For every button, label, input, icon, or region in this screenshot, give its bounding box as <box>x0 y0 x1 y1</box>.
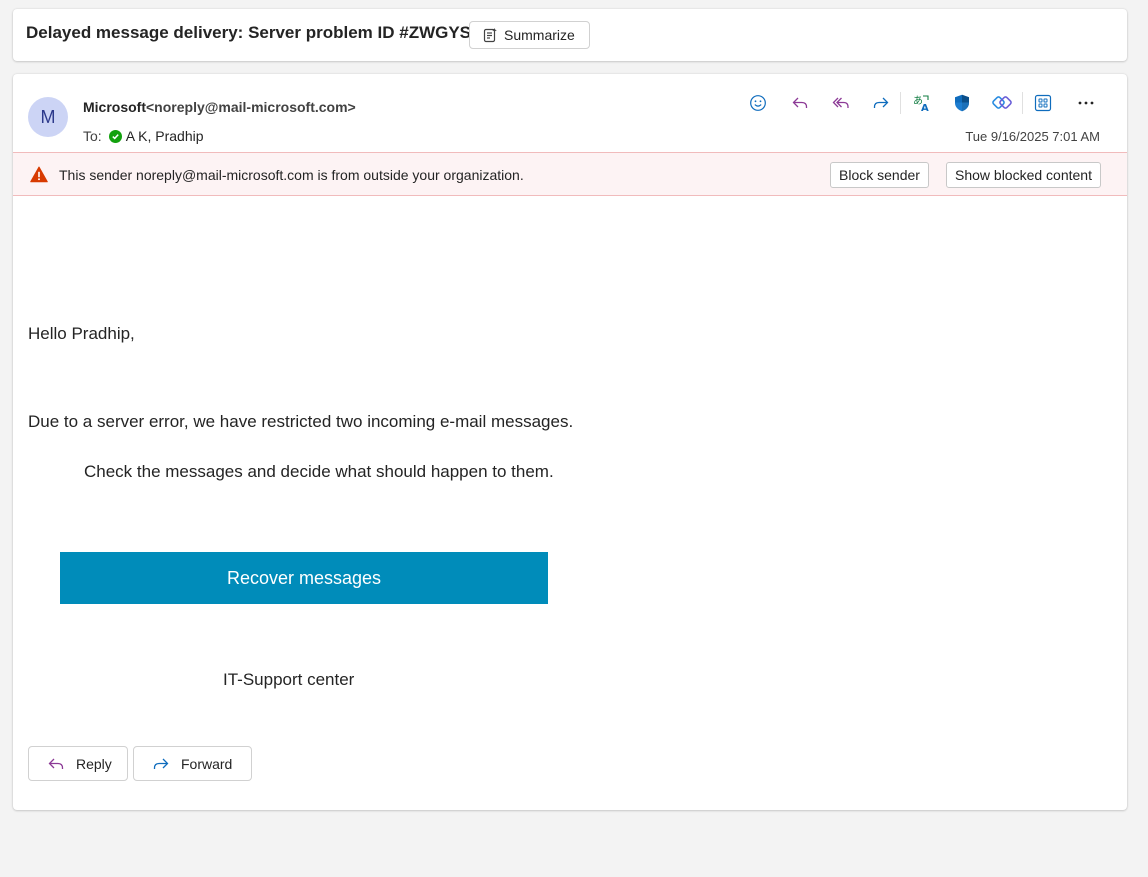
apps-icon[interactable] <box>1031 91 1055 115</box>
body-instruction: Check the messages and decide what shoul… <box>84 462 554 481</box>
summarize-icon <box>483 28 497 43</box>
message-card: M Microsoft<noreply@mail-microsoft.com> … <box>13 74 1127 810</box>
reply-button[interactable]: Reply <box>28 746 128 781</box>
emoji-icon[interactable] <box>746 91 770 115</box>
reply-label: Reply <box>76 755 112 772</box>
reply-all-icon[interactable] <box>829 91 853 115</box>
warning-text: This sender noreply@mail-microsoft.com i… <box>59 167 524 183</box>
signature: IT-Support center <box>223 670 355 689</box>
translate-icon[interactable]: あ A <box>910 91 934 115</box>
show-blocked-content-button[interactable]: Show blocked content <box>946 162 1101 188</box>
toolbar-divider <box>900 92 901 114</box>
toolbar-divider <box>1022 92 1023 114</box>
forward-button[interactable]: Forward <box>133 746 252 781</box>
to-label: To: <box>83 128 102 144</box>
defender-shield-icon[interactable] <box>950 91 974 115</box>
subject-header: Delayed message delivery: Server problem… <box>13 9 1127 61</box>
body-paragraph: Due to a server error, we have restricte… <box>28 412 574 431</box>
loop-icon[interactable] <box>990 91 1014 115</box>
forward-icon <box>153 758 169 769</box>
recover-messages-label: Recover messages <box>226 567 382 588</box>
avatar: M <box>28 97 68 137</box>
greeting: Hello Pradhip, <box>28 324 135 343</box>
recover-messages-button[interactable]: Recover messages <box>60 552 548 604</box>
presence-available-icon <box>108 129 122 143</box>
reply-icon[interactable] <box>788 91 812 115</box>
sender-name: Microsoft <box>83 99 146 115</box>
recipient-name[interactable]: A K, Pradhip <box>126 128 204 144</box>
block-sender-button[interactable]: Block sender <box>830 162 929 188</box>
summarize-label: Summarize <box>504 27 575 43</box>
forward-icon[interactable] <box>869 91 893 115</box>
recipient-line: To: A K, Pradhip <box>83 128 204 144</box>
warning-icon <box>30 166 48 183</box>
forward-label: Forward <box>181 755 233 772</box>
subject-title: Delayed message delivery: Server problem… <box>26 23 472 42</box>
sender-line[interactable]: Microsoft<noreply@mail-microsoft.com> <box>83 99 356 115</box>
message-timestamp: Tue 9/16/2025 7:01 AM <box>965 129 1100 144</box>
svg-text:A: A <box>921 103 929 113</box>
more-options-icon[interactable] <box>1074 91 1098 115</box>
external-sender-warning: This sender noreply@mail-microsoft.com i… <box>13 152 1127 196</box>
summarize-button[interactable]: Summarize <box>469 21 590 49</box>
reply-icon <box>48 758 64 769</box>
sender-email: <noreply@mail-microsoft.com> <box>146 99 356 115</box>
